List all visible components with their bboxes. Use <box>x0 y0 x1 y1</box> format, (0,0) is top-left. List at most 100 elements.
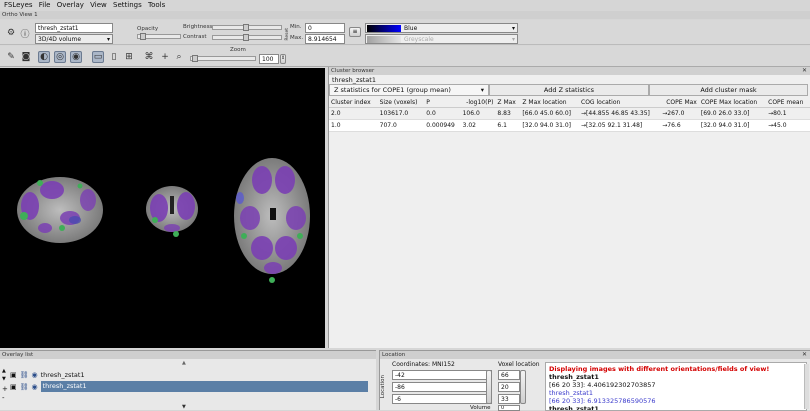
table-row: 1.0 707.0 0.000949 3.02 6.1 [32.0 94.0 3… <box>329 119 810 132</box>
zmax-location-link[interactable]: [32.0 94.0 31.0] <box>520 119 580 132</box>
max-input[interactable]: 8.914654 <box>305 34 345 44</box>
overlay-name: thresh_zstat1 <box>40 370 85 379</box>
location-title-bar: Location ✕ <box>380 351 810 359</box>
coord-y-input[interactable]: -86 <box>392 382 492 392</box>
eye-icon[interactable]: ◉ <box>32 371 38 379</box>
info-line-4: thresh_zstat1 <box>549 405 599 411</box>
save-icon[interactable]: ▣ <box>10 383 17 391</box>
ortho-canvas[interactable] <box>0 68 325 348</box>
view-title: Ortho View 1 <box>2 12 38 18</box>
close-icon[interactable]: ✕ <box>802 67 807 75</box>
horizontal-layout-icon[interactable]: ▭ <box>92 51 104 63</box>
zoom-icon[interactable]: ⌕ <box>173 51 185 63</box>
scroll-up-icon[interactable]: ▲ <box>182 360 186 366</box>
info-icon[interactable]: ⓘ <box>19 27 31 40</box>
zoom-slider[interactable] <box>190 55 256 62</box>
colormap-value: Blue <box>404 25 418 32</box>
zmax-location-link[interactable]: [66.0 45.0 60.0] <box>520 107 580 120</box>
cope-mean-link[interactable]: →80.1 <box>766 107 810 120</box>
chevron-down-icon: ▾ <box>106 36 110 43</box>
cope-max-link[interactable]: →267.0 <box>660 107 699 120</box>
zoom-input[interactable]: 100 <box>259 54 279 64</box>
table-cell: 0.0 <box>424 107 461 120</box>
voxel-spinner[interactable] <box>520 370 526 404</box>
list-item[interactable]: ▣ ⛓ ◉ thresh_zstat1 <box>10 369 368 380</box>
cope-max-location-link[interactable]: [69.0 26.0 33.0] <box>698 107 767 120</box>
cope-max-location-link[interactable]: [32.0 94.0 31.0] <box>698 119 767 132</box>
crosshair-icon[interactable]: + <box>159 51 171 63</box>
add-cluster-mask-button[interactable]: Add cluster mask <box>649 84 808 96</box>
eye-icon[interactable]: ◉ <box>32 383 38 391</box>
menu-view[interactable]: View <box>90 1 107 9</box>
coord-spinner[interactable] <box>486 370 492 404</box>
cope-mean-link[interactable]: →45.0 <box>766 119 810 132</box>
voxel-z-input[interactable]: 33 <box>498 394 520 404</box>
list-item[interactable]: ▣ ⛓ ◉ thresh_zstat1 <box>10 381 368 392</box>
overlay-name-selected: thresh_zstat1 <box>40 381 368 392</box>
move-down-icon[interactable]: ▼ <box>2 376 6 382</box>
axial-view[interactable] <box>234 158 310 283</box>
sagittal-view[interactable] <box>17 177 103 243</box>
neg-colormap-select[interactable]: Greyscale ▾ <box>365 34 518 44</box>
cluster-browser-controls: Z statistics for COPE1 (group mean) ▾ Ad… <box>329 84 810 98</box>
cluster-table-header: Cluster index Size (voxels) P -log10(P) … <box>329 98 810 108</box>
vertical-layout-icon[interactable]: ▯ <box>108 51 120 63</box>
location-panel: Location ✕ Location Coordinates: MNI152 … <box>379 350 810 411</box>
link-icon[interactable]: ≡ <box>349 27 361 37</box>
opacity-slider[interactable] <box>137 33 181 40</box>
min-label: Min. <box>290 24 302 30</box>
brightness-slider[interactable] <box>212 24 282 31</box>
cog-location-link[interactable]: →[44.855 46.85 43.35] <box>579 107 661 120</box>
opacity-slider-thumb[interactable] <box>140 33 146 40</box>
remove-overlay-icon[interactable]: - <box>2 394 5 402</box>
cog-location-link[interactable]: →[32.05 92.1 31.48] <box>579 119 661 132</box>
coronal-view-icon[interactable]: ◎ <box>54 51 66 63</box>
colormap-select[interactable]: Blue ▾ <box>365 23 518 33</box>
contrast-select[interactable]: Z statistics for COPE1 (group mean) ▾ <box>329 84 489 96</box>
add-z-statistics-button[interactable]: Add Z statistics <box>489 84 649 96</box>
voxel-x-input[interactable]: 66 <box>498 370 520 380</box>
sagittal-view-icon[interactable]: ◐ <box>38 51 50 63</box>
voxel-y-input[interactable]: 20 <box>498 382 520 392</box>
volume-input[interactable]: 0 <box>498 405 520 411</box>
coronal-view[interactable] <box>146 186 198 237</box>
save-icon[interactable]: ▣ <box>10 371 17 379</box>
contrast-slider[interactable] <box>212 34 282 41</box>
menu-settings[interactable]: Settings <box>113 1 142 9</box>
info-scrollbar[interactable] <box>804 364 809 409</box>
menu-overlay[interactable]: Overlay <box>57 1 84 9</box>
menu-app[interactable]: FSLeyes <box>4 1 33 9</box>
scroll-down-icon[interactable]: ▼ <box>182 404 186 410</box>
cope-max-link[interactable]: →76.6 <box>660 119 699 132</box>
gear-icon[interactable]: ⚙ <box>5 27 17 39</box>
neg-colormap-value: Greyscale <box>404 36 434 43</box>
overlay-type-select[interactable]: 3D/4D volume ▾ <box>35 34 113 44</box>
cursor-icon[interactable]: ⌘ <box>143 51 155 63</box>
max-label: Max. <box>290 35 304 41</box>
camera-icon[interactable]: ◙ <box>20 51 32 63</box>
table-cell: 1.0 <box>329 119 378 132</box>
brightness-slider-thumb[interactable] <box>243 24 249 31</box>
menu-tools[interactable]: Tools <box>148 1 165 9</box>
coord-z-input[interactable]: -6 <box>392 394 492 404</box>
zoom-spinner[interactable]: ⇕ <box>280 54 286 64</box>
move-up-icon[interactable]: ▲ <box>2 368 6 374</box>
zoom-slider-thumb[interactable] <box>192 55 198 62</box>
contrast-slider-thumb[interactable] <box>243 34 249 41</box>
add-overlay-icon[interactable]: + <box>2 385 8 393</box>
overlay-name-field[interactable]: thresh_zstat1 <box>35 23 113 33</box>
brain-views[interactable] <box>0 68 325 348</box>
axial-view-icon[interactable]: ◉ <box>70 51 82 63</box>
cluster-table: Cluster index Size (voxels) P -log10(P) … <box>329 98 810 132</box>
table-cell: 103617.0 <box>377 107 425 120</box>
link-icon[interactable]: ⛓ <box>20 383 29 391</box>
link-icon[interactable]: ⛓ <box>20 371 29 379</box>
close-icon[interactable]: ✕ <box>802 351 807 359</box>
min-input[interactable]: 0 <box>305 23 345 33</box>
coord-x-input[interactable]: -42 <box>392 370 492 380</box>
grid-layout-icon[interactable]: ⊞ <box>123 51 135 63</box>
table-cell: 707.0 <box>377 119 425 132</box>
menu-file[interactable]: File <box>39 1 51 9</box>
wrench-icon[interactable]: ✎ <box>5 51 17 63</box>
info-line-2: thresh_zstat1 <box>549 389 593 397</box>
